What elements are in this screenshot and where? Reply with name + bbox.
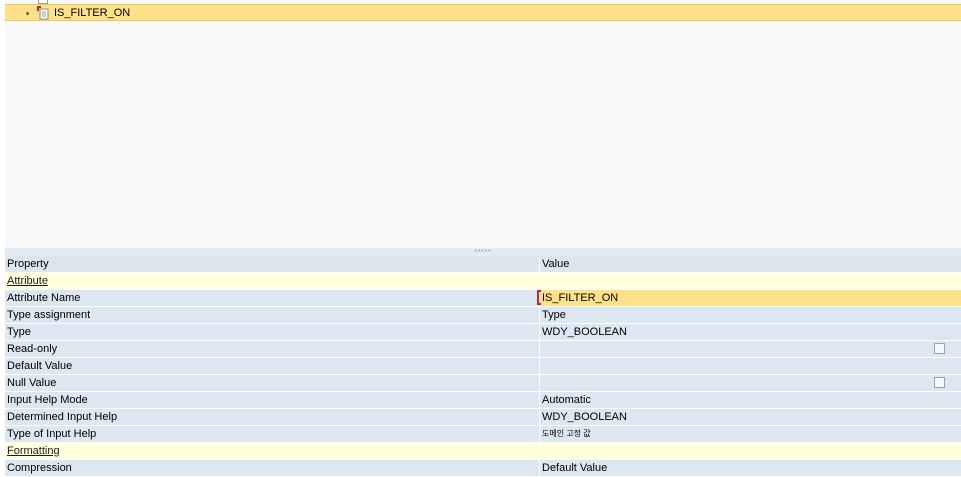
section-row-attribute[interactable]: Attribute bbox=[5, 273, 961, 290]
property-name: Default Value bbox=[7, 360, 73, 372]
column-divider bbox=[539, 307, 540, 323]
property-name: Type assignment bbox=[7, 309, 91, 321]
column-divider bbox=[539, 341, 540, 357]
section-label: Formatting bbox=[7, 445, 60, 457]
property-name: Read-only bbox=[7, 343, 58, 355]
panel-splitter[interactable]: ••••• bbox=[5, 248, 961, 256]
property-name: Attribute Name bbox=[7, 292, 81, 304]
read-only-checkbox[interactable] bbox=[934, 343, 945, 354]
section-row-formatting[interactable]: Formatting bbox=[5, 443, 961, 460]
attribute-name-value[interactable]: IS_FILTER_ON bbox=[542, 290, 942, 306]
column-divider bbox=[539, 358, 540, 374]
default-value-field[interactable] bbox=[542, 358, 942, 374]
table-row-attribute-name[interactable]: Attribute Name IS_FILTER_ON bbox=[5, 290, 961, 307]
table-row-read-only[interactable]: Read-only bbox=[5, 341, 961, 358]
column-divider bbox=[539, 409, 540, 425]
property-name: Determined Input Help bbox=[7, 411, 118, 423]
property-name: Null Value bbox=[7, 377, 57, 389]
type-of-input-help-value[interactable]: 도메인 고정 값 bbox=[542, 426, 942, 442]
type-assignment-value[interactable]: Type bbox=[542, 307, 942, 323]
property-table: Property Value Attribute Attribute Name … bbox=[5, 256, 961, 477]
type-value[interactable]: WDY_BOOLEAN bbox=[542, 324, 942, 340]
compression-value[interactable]: Default Value bbox=[542, 460, 942, 476]
column-divider[interactable] bbox=[539, 256, 540, 272]
property-name: Compression bbox=[7, 462, 72, 474]
context-tree-panel: IS_FILTER_ON bbox=[5, 0, 961, 248]
property-name: Type of Input Help bbox=[7, 428, 97, 440]
column-divider bbox=[539, 426, 540, 442]
tree-node-label: IS_FILTER_ON bbox=[54, 7, 131, 19]
table-row-compression[interactable]: Compression Default Value bbox=[5, 460, 961, 477]
property-name: Type bbox=[7, 326, 31, 338]
edit-marker-icon bbox=[537, 290, 539, 298]
determined-input-help-value[interactable]: WDY_BOOLEAN bbox=[542, 409, 942, 425]
null-value-checkbox[interactable] bbox=[934, 377, 945, 388]
table-row-determined-input-help[interactable]: Determined Input Help WDY_BOOLEAN bbox=[5, 409, 961, 426]
table-header-row: Property Value bbox=[5, 256, 961, 273]
bullet-icon bbox=[26, 12, 29, 15]
edit-marker-icon bbox=[537, 303, 541, 305]
table-row-type-of-input-help[interactable]: Type of Input Help 도메인 고정 값 bbox=[5, 426, 961, 443]
table-row-type-assignment[interactable]: Type assignment Type bbox=[5, 307, 961, 324]
attribute-node-icon bbox=[37, 6, 49, 20]
column-divider bbox=[539, 324, 540, 340]
table-row-type[interactable]: Type WDY_BOOLEAN bbox=[5, 324, 961, 341]
table-row-null-value[interactable]: Null Value bbox=[5, 375, 961, 392]
section-label: Attribute bbox=[7, 275, 48, 287]
column-divider bbox=[539, 375, 540, 391]
table-row-input-help-mode[interactable]: Input Help Mode Automatic bbox=[5, 392, 961, 409]
input-help-mode-value[interactable]: Automatic bbox=[542, 392, 942, 408]
column-header-value[interactable]: Value bbox=[542, 256, 942, 272]
property-name: Input Help Mode bbox=[7, 394, 88, 406]
column-divider bbox=[539, 392, 540, 408]
tree-node-is-filter-on[interactable]: IS_FILTER_ON bbox=[5, 4, 961, 21]
table-row-default-value[interactable]: Default Value bbox=[5, 358, 961, 375]
column-header-property[interactable]: Property bbox=[7, 256, 537, 272]
column-divider bbox=[539, 460, 540, 476]
splitter-grip-icon: ••••• bbox=[474, 248, 492, 255]
